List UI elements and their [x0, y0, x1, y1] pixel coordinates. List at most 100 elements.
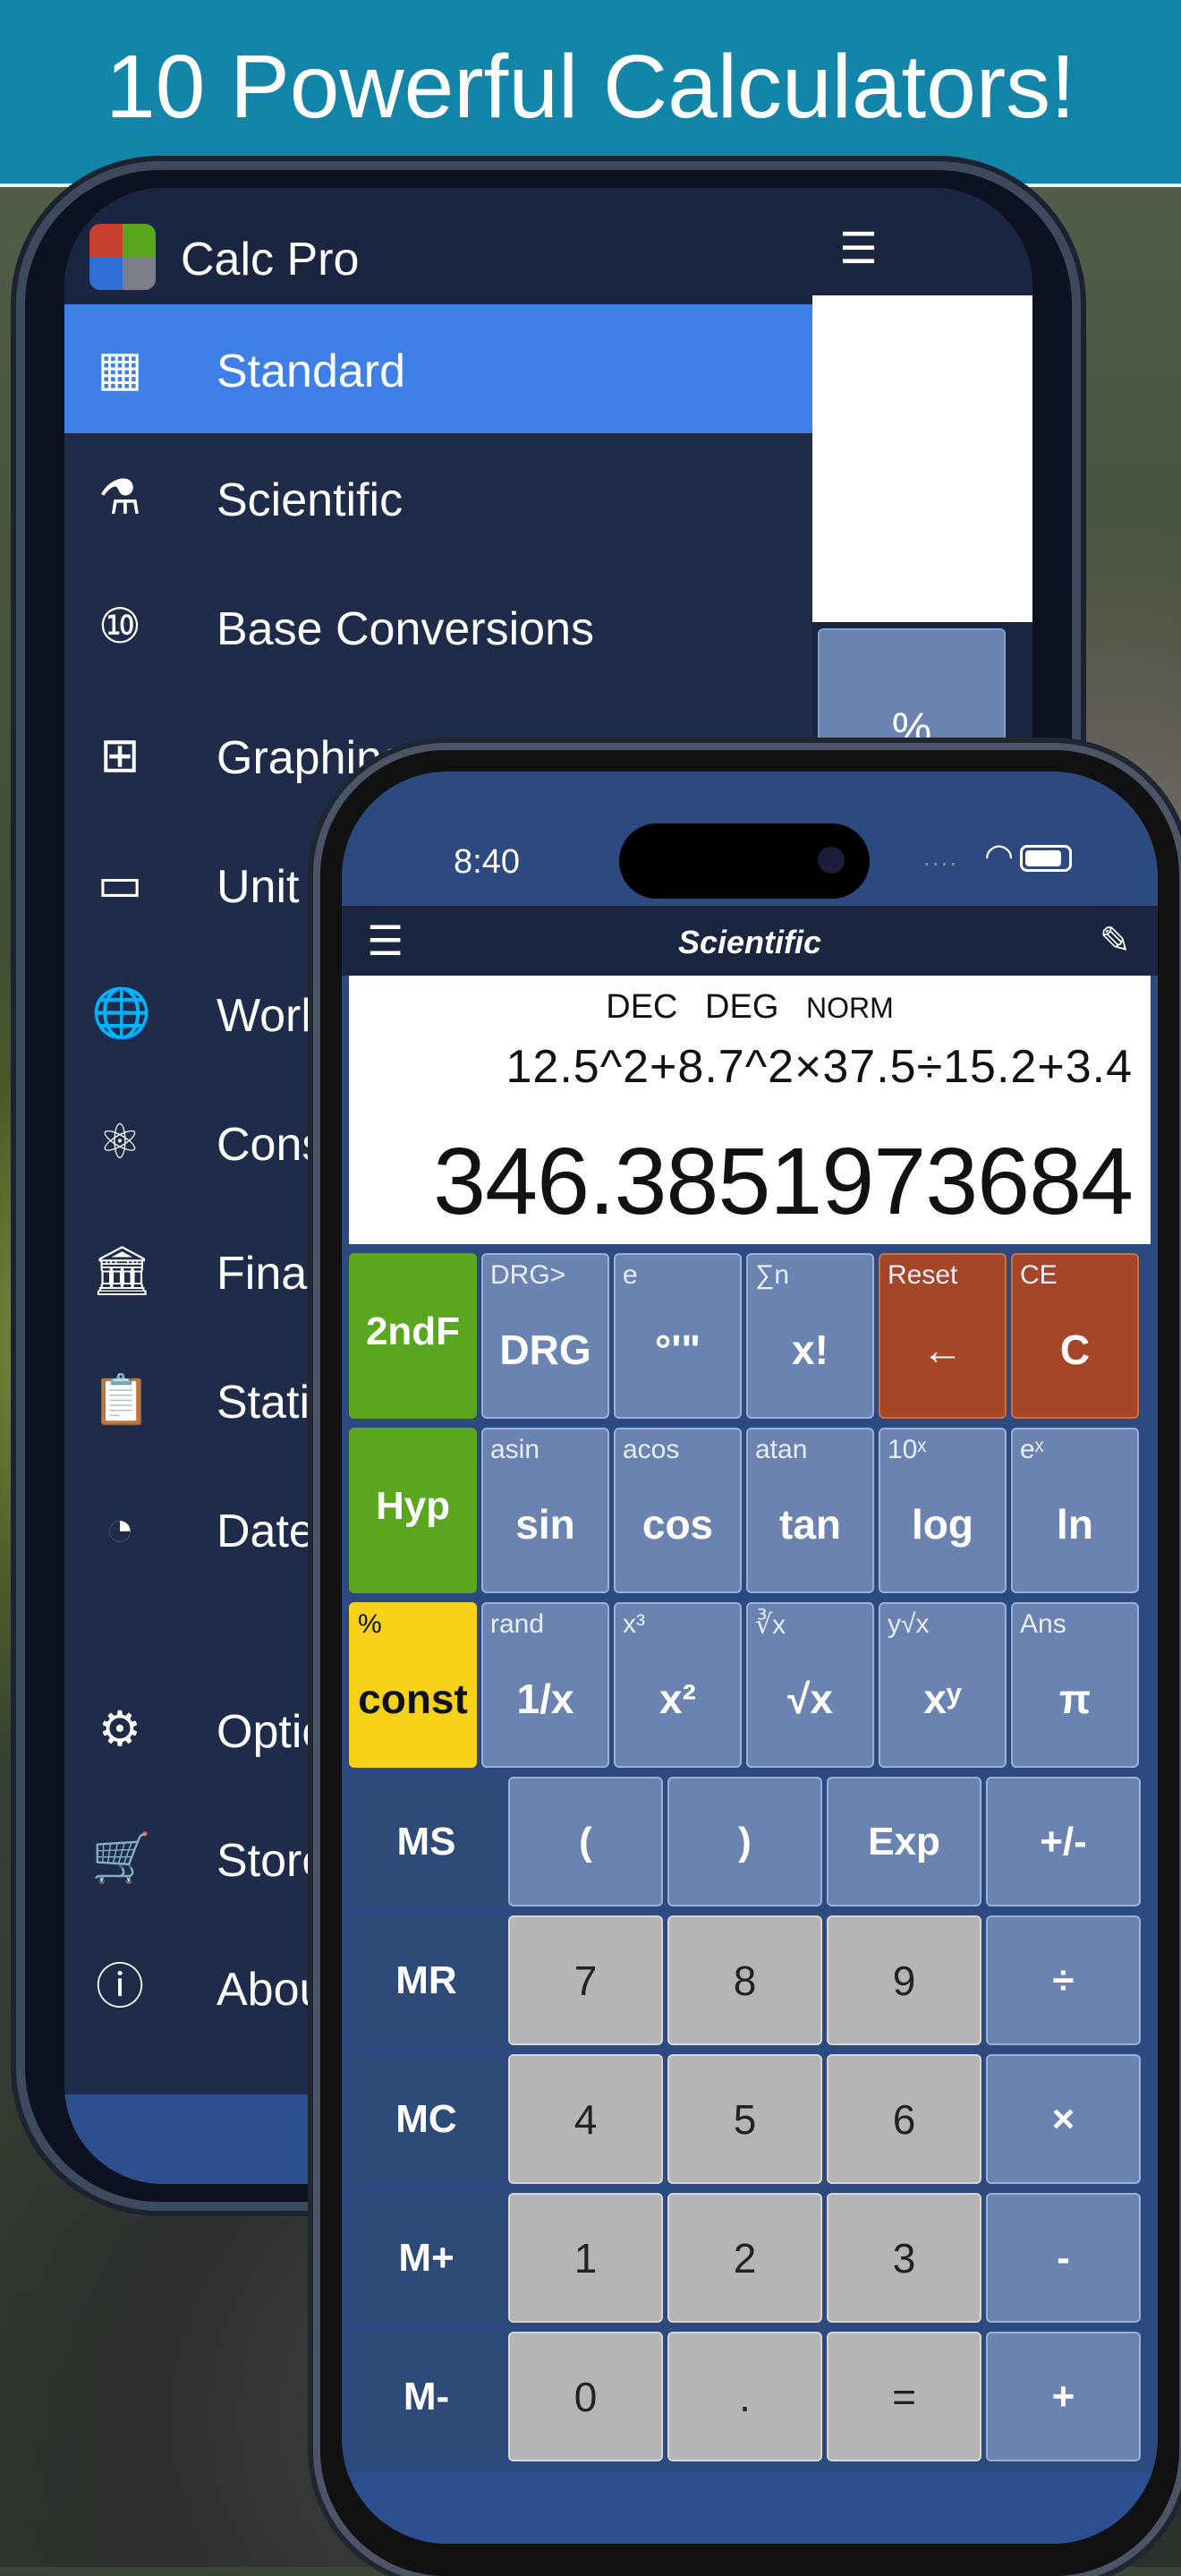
key-sin-button[interactable]: asin sin [481, 1428, 609, 1593]
key-button[interactable]: 7 [508, 1915, 663, 2045]
keypad-row: MS () Exp +/- [349, 1777, 1151, 1906]
keypad-row: 2ndF DRG> DRG e °'" ∑n x! Reset ← CE C [349, 1253, 1151, 1419]
key-button[interactable]: 5 [667, 2054, 822, 2184]
camera-icon [818, 847, 845, 874]
key-button[interactable]: 3 [827, 2193, 981, 2323]
key-label: π [1058, 1676, 1092, 1722]
key-x--button[interactable]: y√x xʸ [879, 1602, 1007, 1768]
key-label: . [739, 2373, 751, 2420]
status-time: 8:40 [454, 843, 520, 881]
menu-item-label: Worl [217, 990, 311, 1042]
number-format-mode: NORM [805, 992, 894, 1024]
nav-bar: ☰ Scientific ✎ [342, 906, 1158, 976]
key-button[interactable]: 0 [508, 2332, 663, 2461]
brush-icon[interactable]: ✎ [1100, 918, 1131, 962]
menu-item-label: Fina [217, 1248, 308, 1300]
key-label: log [912, 1501, 973, 1548]
key-button[interactable]: 2 [667, 2193, 822, 2323]
key-tan-button[interactable]: atan tan [746, 1428, 874, 1593]
menu-item-label: Base Conversions [217, 603, 594, 655]
key--x-button[interactable]: ∛x √x [746, 1602, 874, 1768]
key-label: 4 [574, 2095, 598, 2143]
menu-item-base-conversions[interactable]: ⑩ Base Conversions [64, 562, 812, 691]
result-text: 346.3851973684 [433, 1129, 1134, 1234]
key-label: - [1057, 2235, 1070, 2280]
key-button[interactable]: MS [349, 1777, 504, 1906]
expression-text: 12.5^2+8.7^2×37.5÷15.2+3.4 [506, 1041, 1133, 1093]
key-label: C [1059, 1326, 1091, 1373]
key-label: 9 [892, 1957, 916, 2004]
keypad-row: % const rand 1/x x³ x² ∛x √x y√x xʸ Ans π [349, 1602, 1151, 1768]
key-1-x-button[interactable]: rand 1/x [481, 1602, 609, 1768]
key-button[interactable]: = [827, 2332, 981, 2461]
key-button[interactable]: 9 [827, 1915, 981, 2045]
key-button[interactable]: ÷ [986, 1915, 1141, 2045]
key---button[interactable]: Reset ← [879, 1253, 1007, 1419]
key-button[interactable]: + [986, 2332, 1141, 2461]
key-secondary-label: x³ [623, 1609, 645, 1639]
atom-icon: ⚛ [98, 1115, 142, 1169]
menu-item-standard[interactable]: ▦ Standard [64, 304, 812, 433]
dynamic-island [619, 823, 870, 899]
key-button[interactable]: M+ [349, 2193, 504, 2323]
key---button[interactable]: e °'" [614, 1253, 742, 1419]
key-secondary-label: y√x [888, 1609, 930, 1639]
key-secondary-label: Reset [888, 1260, 958, 1290]
status-bar: 8:40 .... ◠ [342, 772, 1158, 906]
key-secondary-label: ∛x [755, 1610, 786, 1640]
hamburger-menu-icon[interactable]: ☰ [839, 224, 878, 274]
key-const-button[interactable]: % const [349, 1602, 477, 1768]
menu-item-label: Cons [217, 1119, 326, 1171]
key-c-button[interactable]: CE C [1011, 1253, 1139, 1419]
key-label: cos [641, 1501, 714, 1548]
key-button[interactable]: MC [349, 2054, 504, 2184]
key---button[interactable]: Ans π [1011, 1602, 1139, 1768]
key-button[interactable]: ( [508, 1777, 663, 1906]
key-button[interactable]: Exp [827, 1777, 981, 1906]
key-log-button[interactable]: 10ˣ log [879, 1428, 1007, 1593]
key-x--button[interactable]: x³ x² [614, 1602, 742, 1768]
key-x--button[interactable]: ∑n x! [746, 1253, 874, 1419]
key-label: 5 [733, 2095, 757, 2143]
key-label: DRG [499, 1326, 591, 1373]
menu-item-scientific[interactable]: ⚗ Scientific [64, 433, 812, 562]
wifi-icon: ◠ [984, 838, 1015, 875]
key-label: 6 [892, 2095, 916, 2143]
key-secondary-label: ∑n [755, 1260, 790, 1290]
key-label: M+ [398, 2235, 455, 2280]
key-cos-button[interactable]: acos cos [614, 1428, 742, 1593]
key-2ndf-button[interactable]: 2ndF [349, 1253, 477, 1419]
calculator-display: DEC DEG NORM 12.5^2+8.7^2×37.5÷15.2+3.4 … [349, 976, 1151, 1244]
menu-item-label: Stati [217, 1377, 310, 1429]
key-button[interactable]: 8 [667, 1915, 822, 2045]
page-title: Scientific [677, 924, 822, 960]
clock-calendar-icon: ◔ [105, 1502, 135, 1556]
key-secondary-label: 10ˣ [888, 1435, 927, 1464]
key-label: x² [659, 1676, 696, 1722]
gear-icon: ⚙ [98, 1702, 142, 1756]
keypad-row: Hyp asin sin acos cos atan tan 10ˣ log eˣ ln [349, 1428, 1151, 1593]
key-drg-button[interactable]: DRG> DRG [481, 1253, 609, 1419]
key-label: +/- [1040, 1819, 1087, 1864]
bank-icon: 🏛 [91, 1244, 153, 1298]
key-button[interactable]: M- [349, 2332, 504, 2461]
key-label: const [358, 1676, 468, 1722]
key-button[interactable]: ) [667, 1777, 822, 1906]
key-button[interactable]: 6 [827, 2054, 981, 2184]
menu-item-label: Optio [217, 1706, 328, 1758]
promo-banner: 10 Powerful Calculators! [0, 0, 1181, 187]
key-label: = [892, 2373, 916, 2420]
key-button[interactable]: - [986, 2193, 1141, 2323]
key-button[interactable]: 1 [508, 2193, 663, 2323]
key-label: 8 [733, 1957, 757, 2004]
key-label: x! [792, 1326, 828, 1373]
front-phone-screen: 8:40 .... ◠ ☰ Scientific ✎ DEC DEG NORM … [342, 772, 1158, 2544]
clipboard-chart-icon: 📋 [91, 1373, 152, 1427]
key-button[interactable]: 4 [508, 2054, 663, 2184]
key-button[interactable]: . [667, 2332, 822, 2461]
key-button[interactable]: × [986, 2054, 1141, 2184]
key-hyp-button[interactable]: Hyp [349, 1428, 477, 1593]
key-ln-button[interactable]: eˣ ln [1011, 1428, 1139, 1593]
key-button[interactable]: +/- [986, 1777, 1141, 1906]
key-button[interactable]: MR [349, 1915, 504, 2045]
